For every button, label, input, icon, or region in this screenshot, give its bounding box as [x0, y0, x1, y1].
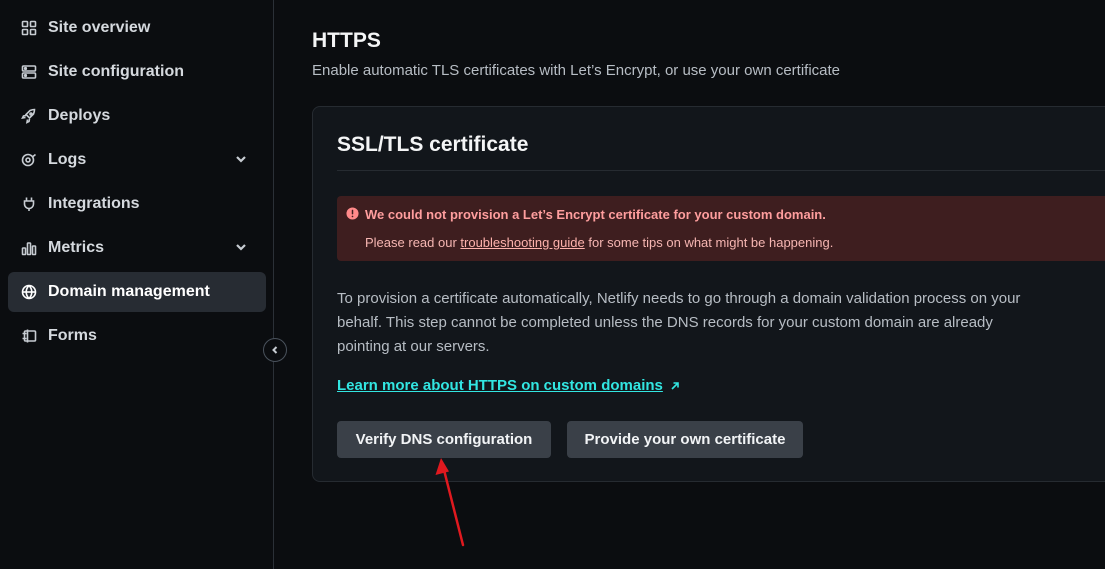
learn-more-label: Learn more about HTTPS on custom domains	[337, 377, 663, 394]
grid-icon	[20, 19, 38, 37]
verify-dns-button[interactable]: Verify DNS configuration	[337, 421, 551, 458]
sidebar-item-site-configuration[interactable]: Site configuration	[8, 52, 266, 92]
alert-body-prefix: Please read our	[365, 235, 461, 250]
sidebar-nav: Site overview Site configuration Deploys…	[8, 8, 266, 360]
sidebar-item-label: Metrics	[48, 239, 105, 256]
globe-icon	[20, 283, 38, 301]
certificate-description: To provision a certificate automatically…	[337, 290, 1021, 355]
sidebar-collapse-button[interactable]	[263, 338, 287, 362]
plug-icon	[20, 195, 38, 213]
chevron-left-icon	[272, 346, 278, 354]
sidebar-item-label: Logs	[48, 151, 87, 168]
ssl-certificate-card: SSL/TLS certificate We could not provisi…	[312, 106, 1105, 482]
provide-certificate-button[interactable]: Provide your own certificate	[567, 421, 803, 458]
chevron-down-icon[interactable]	[234, 240, 248, 254]
sidebar-item-label: Site overview	[48, 19, 151, 36]
rocket-icon	[20, 107, 38, 125]
sidebar-item-integrations[interactable]: Integrations	[8, 184, 266, 224]
alert-body-suffix: for some tips on what might be happening…	[584, 235, 834, 250]
learn-more-https-link[interactable]: Learn more about HTTPS on custom domains	[337, 377, 681, 394]
external-link-icon	[669, 380, 681, 392]
card-divider	[337, 170, 1105, 171]
bar-chart-icon	[20, 239, 38, 257]
troubleshooting-guide-link[interactable]: troubleshooting guide	[460, 235, 584, 250]
sidebar-item-label: Domain management	[48, 283, 210, 300]
sidebar-item-site-overview[interactable]: Site overview	[8, 8, 266, 48]
error-icon	[346, 207, 359, 220]
sidebar-item-label: Deploys	[48, 107, 111, 124]
sidebar-item-deploys[interactable]: Deploys	[8, 96, 266, 136]
settings-list-icon	[20, 63, 38, 81]
sidebar: Site overview Site configuration Deploys…	[0, 0, 287, 569]
chevron-down-icon[interactable]	[234, 152, 248, 166]
sidebar-item-label: Site configuration	[48, 63, 184, 80]
page-subtitle: Enable automatic TLS certificates with L…	[312, 62, 841, 79]
sidebar-item-logs[interactable]: Logs	[8, 140, 266, 180]
card-title: SSL/TLS certificate	[337, 133, 529, 156]
alert-body: Please read our troubleshooting guide fo…	[365, 235, 833, 250]
page-title: HTTPS	[312, 29, 381, 52]
logs-icon	[20, 151, 38, 169]
sidebar-item-label: Forms	[48, 327, 97, 344]
sidebar-item-metrics[interactable]: Metrics	[8, 228, 266, 268]
sidebar-item-forms[interactable]: Forms	[8, 316, 266, 356]
sidebar-item-domain-management[interactable]: Domain management	[8, 272, 266, 312]
form-icon	[20, 327, 38, 345]
alert-title: We could not provision a Let’s Encrypt c…	[365, 207, 826, 222]
error-alert: We could not provision a Let’s Encrypt c…	[337, 196, 1105, 261]
sidebar-item-label: Integrations	[48, 195, 140, 212]
